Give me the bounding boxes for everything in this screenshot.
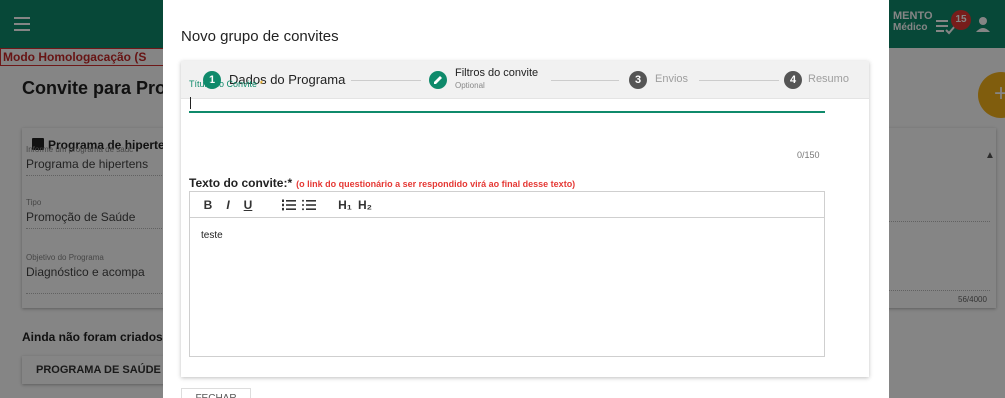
heading-1-button[interactable]: H₁ bbox=[336, 196, 354, 214]
rich-text-editor[interactable]: B I U H₁ H₂ teste bbox=[189, 191, 825, 357]
new-invite-group-dialog: Novo grupo de convites 1 Dados do Progra… bbox=[163, 0, 889, 398]
editor-content[interactable]: teste bbox=[201, 230, 223, 241]
step-2-sublabel: Optional bbox=[455, 81, 485, 90]
bullet-list-button[interactable] bbox=[300, 196, 318, 214]
step-4-circle: 4 bbox=[784, 71, 802, 89]
step-2-label: Filtros do convite bbox=[455, 67, 539, 79]
invite-title-input[interactable] bbox=[189, 93, 825, 113]
step-connector bbox=[351, 80, 421, 81]
step-connector bbox=[551, 80, 619, 81]
pencil-icon bbox=[429, 71, 447, 89]
close-button[interactable]: FECHAR bbox=[181, 388, 251, 398]
title-char-counter: 0/150 bbox=[797, 150, 820, 160]
heading-2-button[interactable]: H₂ bbox=[356, 196, 374, 214]
step-3-circle: 3 bbox=[629, 71, 647, 89]
invite-text-note: (o link do questionário a ser respondido… bbox=[296, 179, 576, 189]
bold-button[interactable]: B bbox=[200, 196, 216, 214]
invite-title-label: Título do Convite * bbox=[189, 79, 264, 89]
underline-button[interactable]: U bbox=[240, 196, 256, 214]
bullet-list-icon bbox=[302, 199, 316, 211]
text-caret bbox=[190, 97, 191, 109]
italic-button[interactable]: I bbox=[220, 196, 236, 214]
step-4-label: Resumo bbox=[808, 73, 849, 85]
step-connector bbox=[699, 80, 779, 81]
dialog-title: Novo grupo de convites bbox=[181, 28, 339, 45]
invite-text-label: Texto do convite:* (o link do questionári… bbox=[189, 176, 576, 190]
step-3-label: Envios bbox=[655, 73, 689, 85]
ordered-list-button[interactable] bbox=[280, 196, 298, 214]
editor-toolbar: B I U H₁ H₂ bbox=[190, 192, 824, 218]
ordered-list-icon bbox=[282, 199, 296, 211]
